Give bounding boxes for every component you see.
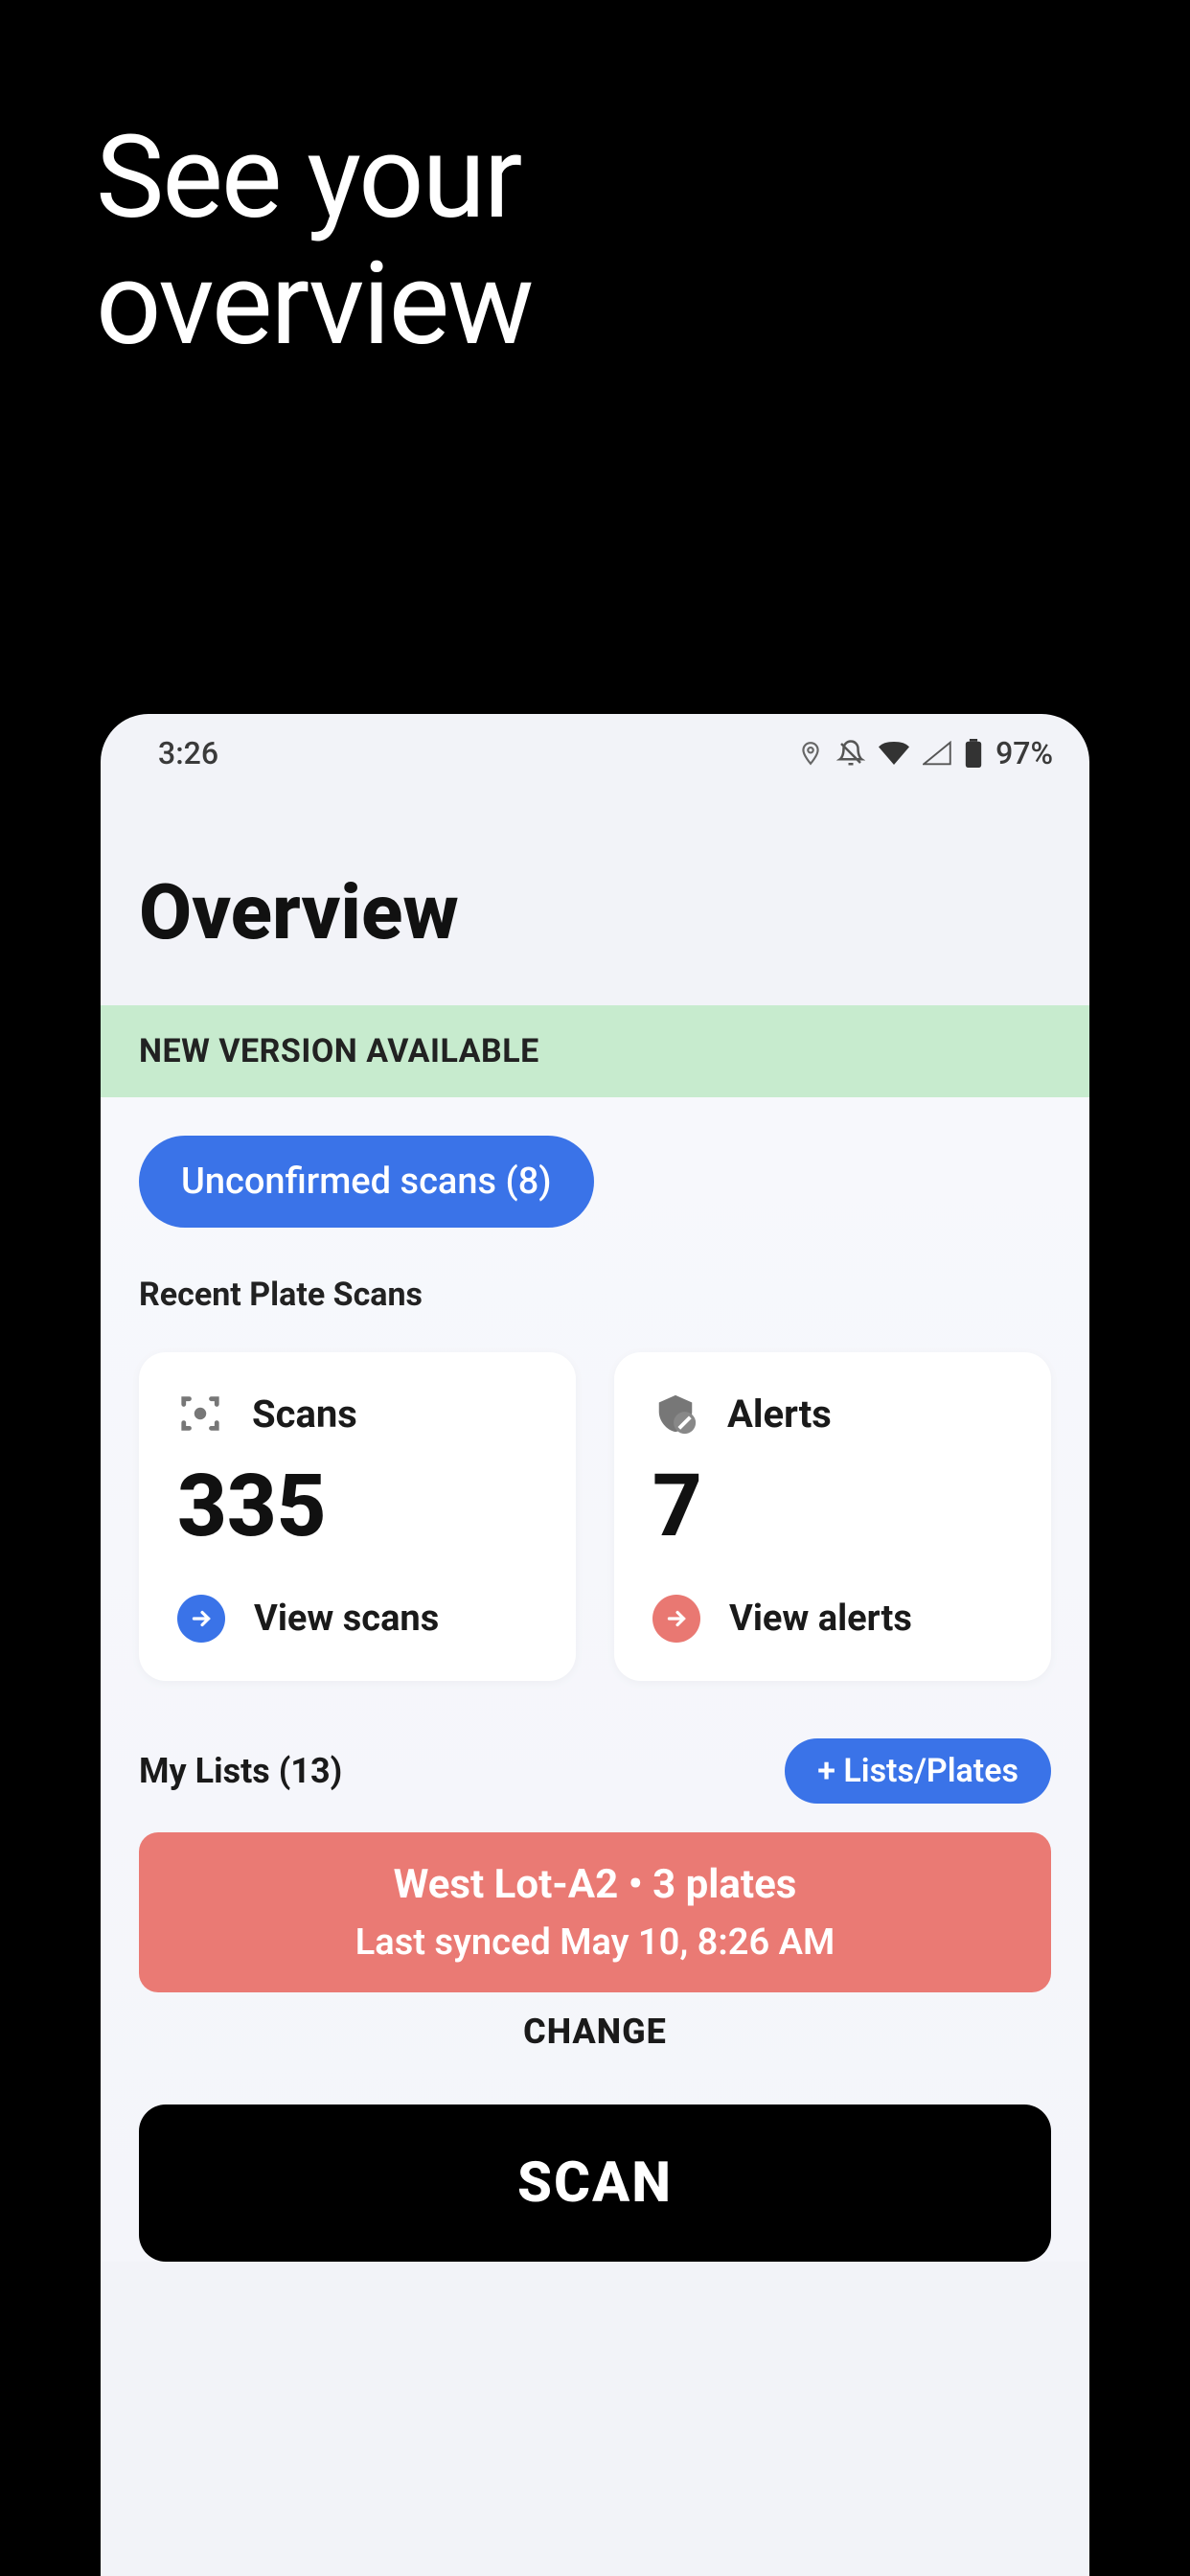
alerts-card[interactable]: Alerts 7 View alerts [614, 1352, 1051, 1681]
active-list-synced: Last synced May 10, 8:26 AM [177, 1921, 1013, 1964]
scans-card[interactable]: Scans 335 View scans [139, 1352, 576, 1681]
wifi-icon [879, 741, 909, 766]
version-banner[interactable]: NEW VERSION AVAILABLE [101, 1005, 1089, 1097]
phone-screen: 3:26 97% Overview NEW VERSION AVAILABLE … [101, 714, 1089, 2576]
arrow-right-icon [652, 1595, 700, 1643]
scan-target-icon [177, 1391, 223, 1437]
recent-scans-label: Recent Plate Scans [139, 1276, 1051, 1314]
active-list-title: West Lot-A2 • 3 plates [177, 1861, 1013, 1908]
view-scans-action[interactable]: View scans [177, 1595, 538, 1643]
stats-cards: Scans 335 View scans Alerts 7 [139, 1352, 1051, 1681]
view-alerts-label: View alerts [729, 1598, 912, 1640]
status-icons: 97% [798, 735, 1053, 771]
signal-icon [923, 741, 951, 766]
scans-count: 335 [177, 1456, 538, 1556]
marketing-heading: See your overview [0, 0, 1190, 368]
alerts-title: Alerts [727, 1392, 832, 1437]
heading-line-1: See your [96, 111, 520, 245]
page-title: Overview [101, 771, 1089, 1005]
add-lists-plates-button[interactable]: + Lists/Plates [785, 1738, 1051, 1804]
my-lists-label: My Lists (13) [139, 1751, 342, 1791]
active-list-card[interactable]: West Lot-A2 • 3 plates Last synced May 1… [139, 1832, 1051, 1992]
heading-line-2: overview [96, 238, 532, 372]
content-area: Unconfirmed scans (8) Recent Plate Scans… [101, 1097, 1089, 2262]
battery-percentage: 97% [995, 735, 1053, 771]
unconfirmed-scans-chip[interactable]: Unconfirmed scans (8) [139, 1136, 594, 1228]
status-time: 3:26 [158, 735, 218, 771]
status-bar: 3:26 97% [101, 714, 1089, 771]
location-icon [798, 738, 823, 769]
arrow-right-icon [177, 1595, 225, 1643]
notification-off-icon [836, 739, 865, 768]
alerts-count: 7 [652, 1456, 1013, 1556]
shield-alert-icon [652, 1391, 698, 1437]
lists-header: My Lists (13) + Lists/Plates [139, 1738, 1051, 1804]
scan-button[interactable]: SCAN [139, 2104, 1051, 2262]
scans-title: Scans [252, 1392, 357, 1437]
change-button[interactable]: CHANGE [139, 2012, 1051, 2052]
view-scans-label: View scans [254, 1598, 439, 1640]
battery-icon [965, 739, 982, 768]
view-alerts-action[interactable]: View alerts [652, 1595, 1013, 1643]
